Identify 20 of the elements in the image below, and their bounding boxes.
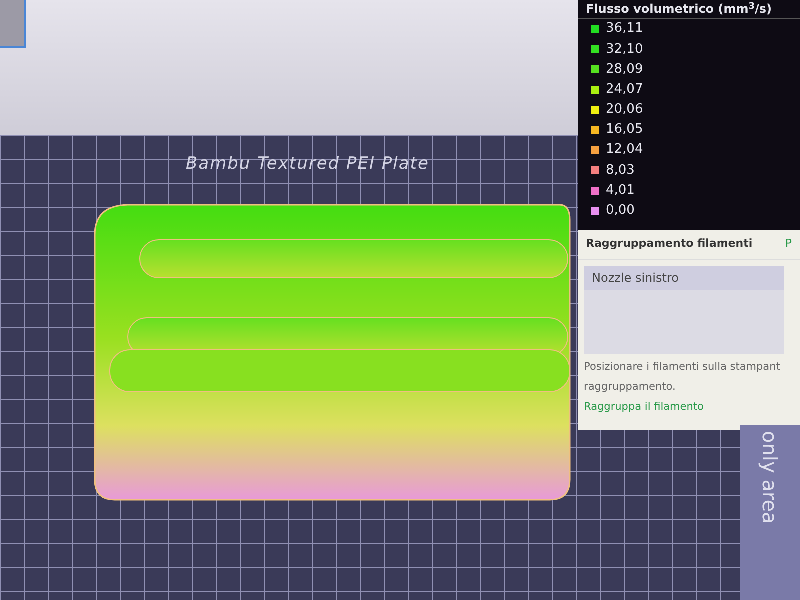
hint-text: raggruppamento. xyxy=(583,380,677,394)
panel-title: Raggruppamento filamenti xyxy=(586,236,753,252)
legend-value: 4,01 xyxy=(606,182,635,200)
nozzle-area[interactable]: Nozzle sinistro xyxy=(584,266,784,354)
legend-value: 12,04 xyxy=(606,141,644,160)
legend-value: 36,11 xyxy=(606,20,644,38)
area-label: only area xyxy=(760,431,780,526)
legend-value: 24,07 xyxy=(606,80,644,99)
legend-value: 32,10 xyxy=(606,40,644,59)
thumbnail-card[interactable] xyxy=(0,0,26,48)
group-filament-link[interactable]: Raggruppa il filamento xyxy=(578,394,800,416)
legend-title: Flusso volumetrico (mm$^{3}$/s) xyxy=(578,0,800,19)
legend-value: 28,09 xyxy=(606,60,644,79)
hint-text: Posizionare i filamenti sulla stampant xyxy=(583,360,782,374)
nozzle-label: Nozzle sinistro xyxy=(584,266,784,290)
legend-value: 0,00 xyxy=(606,202,635,220)
legend-value: 20,06 xyxy=(606,101,644,120)
legend-value: 16,05 xyxy=(606,121,644,140)
legend-value: 8,03 xyxy=(606,162,635,180)
panel-tab[interactable]: P xyxy=(785,236,792,252)
